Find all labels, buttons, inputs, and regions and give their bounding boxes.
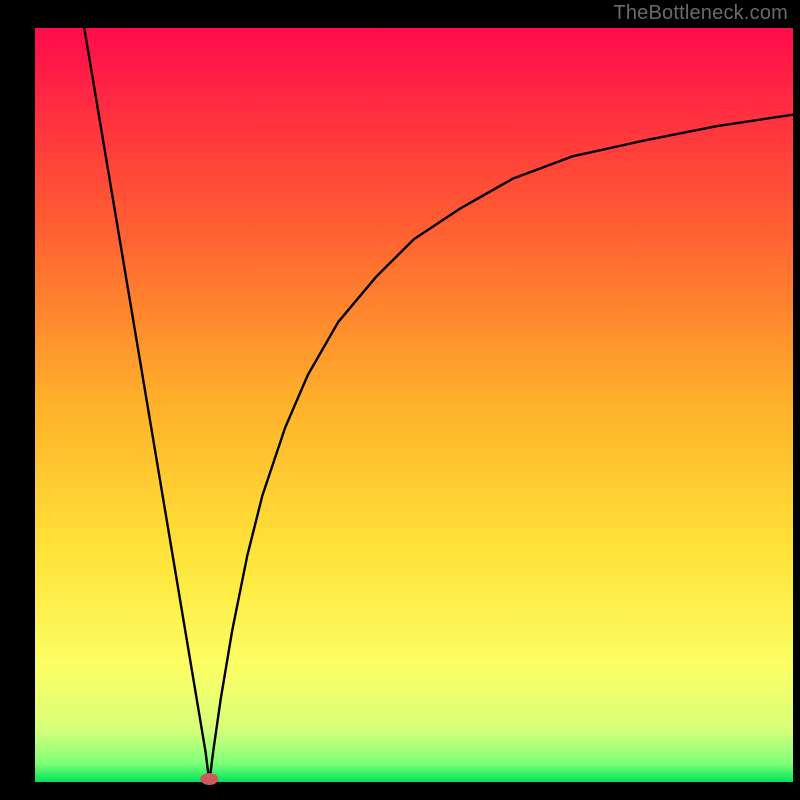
- plot-background: [35, 28, 793, 782]
- optimum-marker: [200, 773, 218, 785]
- bottleneck-chart: [0, 0, 800, 800]
- chart-frame: TheBottleneck.com: [0, 0, 800, 800]
- watermark-text: TheBottleneck.com: [613, 2, 788, 25]
